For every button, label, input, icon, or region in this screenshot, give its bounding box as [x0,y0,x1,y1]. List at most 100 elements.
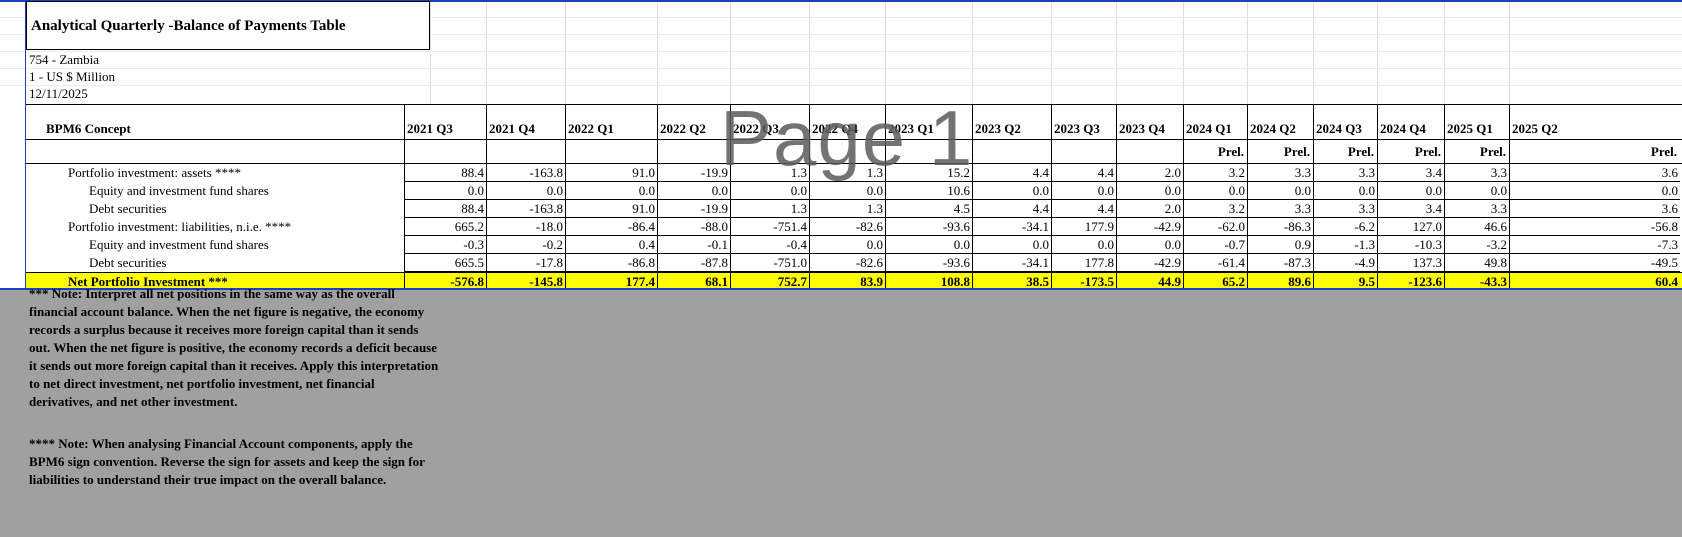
table-cell[interactable]: 3.3 [1247,164,1313,182]
table-cell[interactable]: 0.0 [1313,182,1377,200]
table-cell[interactable]: 177.9 [1051,218,1116,236]
prel-cell[interactable]: Prel. [1509,140,1680,163]
table-cell[interactable]: 0.0 [404,182,486,200]
table-cell[interactable]: 0.9 [1247,236,1313,254]
date-label[interactable]: 12/11/2025 [29,86,88,102]
table-cell[interactable]: 1.3 [809,200,885,218]
table-cell[interactable]: -0.1 [657,236,730,254]
table-cell[interactable]: 0.0 [1051,236,1116,254]
table-cell[interactable]: 3.3 [1444,164,1509,182]
table-cell[interactable]: -751.4 [730,218,809,236]
column-header[interactable]: 2021 Q4 [486,105,565,139]
table-cell[interactable]: 3.6 [1509,164,1680,182]
table-cell[interactable]: 3.3 [1247,200,1313,218]
table-cell[interactable]: -0.2 [486,236,565,254]
table-cell[interactable]: 1.3 [730,200,809,218]
table-cell[interactable]: 0.0 [1116,182,1183,200]
table-cell[interactable]: 3.3 [1313,164,1377,182]
country-label[interactable]: 754 - Zambia [29,52,99,68]
table-cell[interactable]: 0.0 [1444,182,1509,200]
prel-cell[interactable]: Prel. [1377,140,1444,163]
table-cell[interactable]: -163.8 [486,200,565,218]
table-cell[interactable]: 88.4 [404,200,486,218]
column-header[interactable]: 2024 Q1 [1183,105,1247,139]
table-cell[interactable]: -6.2 [1313,218,1377,236]
column-header[interactable]: 2022 Q3 [730,105,809,139]
prel-cell[interactable] [972,140,1051,163]
table-cell[interactable]: -17.8 [486,254,565,272]
table-cell[interactable]: 0.0 [1247,182,1313,200]
column-header[interactable]: 2024 Q3 [1313,105,1377,139]
table-cell[interactable]: -93.6 [885,254,972,272]
row-label[interactable]: Portfolio investment: assets **** [68,164,241,182]
table-cell[interactable]: -87.8 [657,254,730,272]
table-cell[interactable]: 665.2 [404,218,486,236]
table-cell[interactable]: 46.6 [1444,218,1509,236]
prel-cell[interactable] [809,140,885,163]
prel-cell[interactable]: Prel. [1313,140,1377,163]
prel-cell[interactable] [404,140,486,163]
prel-cell[interactable] [1051,140,1116,163]
table-cell[interactable]: 4.5 [885,200,972,218]
unit-label[interactable]: 1 - US $ Million [29,69,115,85]
table-cell[interactable]: 3.3 [1444,200,1509,218]
table-cell[interactable]: -0.4 [730,236,809,254]
table-cell[interactable]: -751.0 [730,254,809,272]
table-cell[interactable]: 4.4 [1051,164,1116,182]
table-cell[interactable]: -34.1 [972,218,1051,236]
table-cell[interactable]: -163.8 [486,164,565,182]
prel-cell[interactable]: Prel. [1444,140,1509,163]
table-cell[interactable]: -19.9 [657,200,730,218]
table-cell[interactable]: 3.4 [1377,200,1444,218]
table-cell[interactable]: 0.0 [809,182,885,200]
table-cell[interactable]: -86.4 [565,218,657,236]
table-cell[interactable]: 1.3 [730,164,809,182]
table-cell[interactable]: 0.4 [565,236,657,254]
table-cell[interactable]: 2.0 [1116,164,1183,182]
table-cell[interactable]: 0.0 [972,236,1051,254]
table-cell[interactable]: 0.0 [809,236,885,254]
table-cell[interactable]: 0.0 [885,236,972,254]
note-net-positions[interactable]: *** Note: Interpret all net positions in… [29,285,439,411]
table-cell[interactable]: 0.0 [1509,182,1680,200]
table-cell[interactable]: 0.0 [972,182,1051,200]
column-header[interactable]: 2022 Q1 [565,105,657,139]
row-label[interactable]: Debt securities [89,254,167,272]
column-header[interactable]: 2022 Q4 [809,105,885,139]
table-cell[interactable]: 0.0 [1377,182,1444,200]
table-cell[interactable]: -87.3 [1247,254,1313,272]
table-cell[interactable]: -1.3 [1313,236,1377,254]
row-label[interactable]: Debt securities [89,200,167,218]
table-cell[interactable]: -93.6 [885,218,972,236]
table-cell[interactable]: 0.0 [1116,236,1183,254]
table-cell[interactable]: 1.3 [809,164,885,182]
table-cell[interactable]: -7.3 [1509,236,1680,254]
table-cell[interactable]: 3.2 [1183,200,1247,218]
table-cell[interactable]: 0.0 [1051,182,1116,200]
table-cell[interactable]: -3.2 [1444,236,1509,254]
sheet-title[interactable]: Analytical Quarterly -Balance of Payment… [26,1,430,50]
table-cell[interactable]: 0.0 [657,182,730,200]
table-cell[interactable]: -42.9 [1116,218,1183,236]
table-cell[interactable]: -10.3 [1377,236,1444,254]
table-cell[interactable]: -0.3 [404,236,486,254]
column-header[interactable]: 2021 Q3 [404,105,486,139]
table-cell[interactable]: -82.6 [809,218,885,236]
table-cell[interactable]: -86.3 [1247,218,1313,236]
column-header[interactable]: 2024 Q2 [1247,105,1313,139]
table-cell[interactable]: 3.3 [1313,200,1377,218]
table-cell[interactable]: -61.4 [1183,254,1247,272]
table-cell[interactable]: 91.0 [565,200,657,218]
prel-cell[interactable] [1116,140,1183,163]
table-cell[interactable]: 4.4 [972,200,1051,218]
prel-cell[interactable] [565,140,657,163]
table-cell[interactable]: 4.4 [1051,200,1116,218]
table-cell[interactable]: -34.1 [972,254,1051,272]
column-header[interactable]: 2025 Q2 [1509,105,1680,139]
table-cell[interactable]: -49.5 [1509,254,1680,272]
table-cell[interactable]: 4.4 [972,164,1051,182]
row-label[interactable]: Equity and investment fund shares [89,182,269,200]
table-cell[interactable]: -62.0 [1183,218,1247,236]
concept-column-header[interactable]: BPM6 Concept [46,121,131,137]
note-sign-convention[interactable]: **** Note: When analysing Financial Acco… [29,435,439,489]
